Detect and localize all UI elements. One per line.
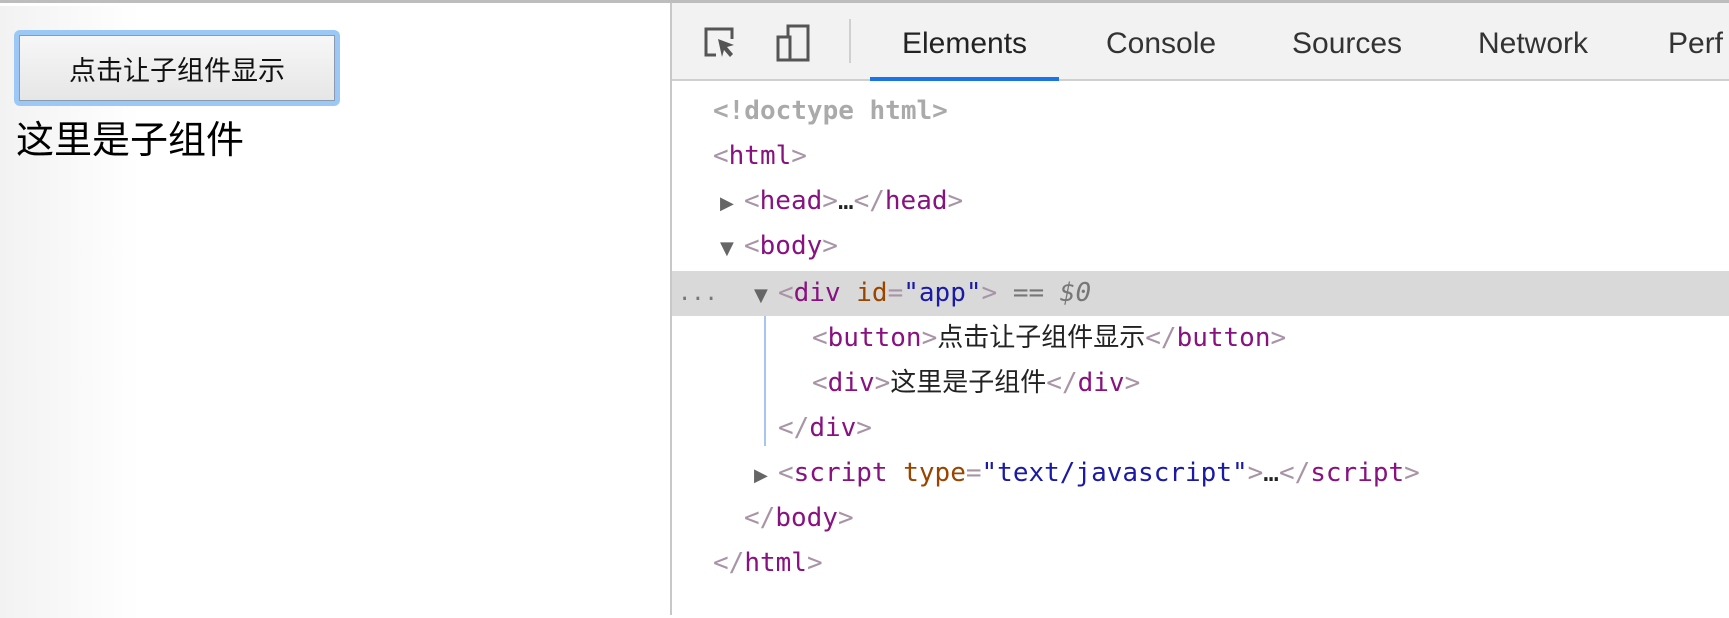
doctype-text: <!doctype html> xyxy=(713,96,948,126)
tag-name: html xyxy=(728,141,792,171)
tag-name: html xyxy=(744,548,807,578)
dom-node-doctype[interactable]: <!doctype html> xyxy=(672,89,1729,134)
attr-name: type xyxy=(903,458,966,488)
dom-node-html[interactable]: <html> xyxy=(672,134,1729,179)
dom-tree: <!doctype html> <html> ▶ <head>…</head> ▼… xyxy=(672,81,1729,615)
expand-arrow-icon[interactable]: ▶ xyxy=(720,181,744,226)
show-child-button[interactable]: 点击让子组件显示 xyxy=(14,30,340,106)
dom-node-body-close[interactable]: </body> xyxy=(672,496,1729,541)
tag-name: script xyxy=(793,458,888,488)
dom-node-body[interactable]: ▼ <body> xyxy=(672,224,1729,269)
devtools-toolbar: Elements Console Sources Network Perf xyxy=(672,3,1729,81)
tab-sources[interactable]: Sources xyxy=(1292,3,1402,81)
dom-node-div-close[interactable]: </div> xyxy=(672,406,1729,451)
collapsed-ellipsis: … xyxy=(1263,458,1279,488)
tab-network[interactable]: Network xyxy=(1478,3,1588,81)
dom-node-button[interactable]: <button>点击让子组件显示</button> xyxy=(672,316,1729,361)
tag-name: div xyxy=(793,278,841,308)
dom-node-child-div[interactable]: <div>这里是子组件</div> xyxy=(672,361,1729,406)
button-label: 点击让子组件显示 xyxy=(19,35,335,101)
selected-marker: == $0 xyxy=(1012,278,1092,308)
text-node: 点击让子组件显示 xyxy=(937,323,1146,353)
tag-name: head xyxy=(759,186,823,216)
expand-arrow-icon[interactable]: ▶ xyxy=(754,453,778,498)
inspect-element-icon[interactable] xyxy=(700,23,740,63)
collapsed-ellipsis: … xyxy=(837,186,854,216)
tag-name: button xyxy=(827,323,922,353)
attr-name: id xyxy=(856,278,888,308)
page-viewport: 点击让子组件显示 这里是子组件 xyxy=(0,6,670,618)
tab-console[interactable]: Console xyxy=(1106,3,1216,81)
tag-name: head xyxy=(884,186,948,216)
tag-name: div xyxy=(1077,368,1125,398)
tab-performance[interactable]: Perf xyxy=(1668,3,1723,81)
collapse-arrow-icon[interactable]: ▼ xyxy=(720,226,744,271)
tag-name: body xyxy=(759,231,823,261)
collapse-arrow-icon[interactable]: ▼ xyxy=(754,273,778,318)
tag-name: div xyxy=(809,413,857,443)
device-toolbar-icon[interactable] xyxy=(774,23,814,63)
more-options-icon[interactable]: ... xyxy=(678,271,718,316)
tag-name: button xyxy=(1176,323,1271,353)
tag-name: script xyxy=(1310,458,1405,488)
dom-node-script[interactable]: ▶ <script type="text/javascript">…</scrip… xyxy=(672,451,1729,496)
indent-guide xyxy=(764,316,766,446)
child-component-text: 这里是子组件 xyxy=(16,120,245,162)
attr-value: "app" xyxy=(903,278,982,308)
tag-name: div xyxy=(827,368,875,398)
tag-name: body xyxy=(775,503,838,533)
tab-elements[interactable]: Elements xyxy=(870,3,1060,81)
devtools-panel: Elements Console Sources Network Perf <!… xyxy=(670,3,1729,615)
toolbar-separator xyxy=(849,19,851,63)
dom-node-html-close[interactable]: </html> xyxy=(672,541,1729,586)
dom-node-div-app[interactable]: ... ▼ <div id="app"> == $0 xyxy=(672,271,1729,316)
text-node: 这里是子组件 xyxy=(890,368,1047,398)
dom-node-head[interactable]: ▶ <head>…</head> xyxy=(672,179,1729,224)
attr-value: "text/javascript" xyxy=(981,458,1248,488)
